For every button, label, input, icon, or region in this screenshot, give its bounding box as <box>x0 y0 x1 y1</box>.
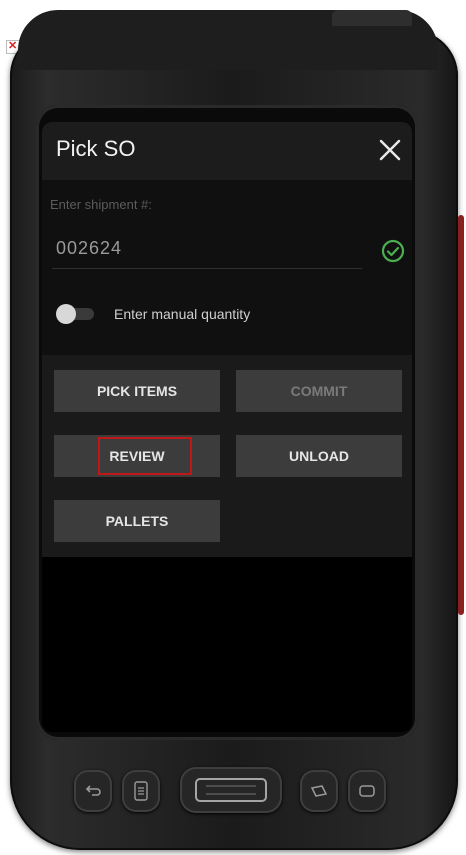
side-scan-button <box>458 215 464 615</box>
shipment-field-label: Enter shipment #: <box>50 197 152 212</box>
pick-items-button[interactable]: PICK ITEMS <box>54 370 220 412</box>
screen: Pick SO Enter shipment #: 002624 Enter m… <box>42 122 412 732</box>
shipment-input[interactable]: 002624 <box>56 238 122 259</box>
manual-quantity-toggle[interactable] <box>56 304 94 324</box>
manual-quantity-label: Enter manual quantity <box>114 306 251 322</box>
close-icon <box>379 139 401 161</box>
check-circle-icon <box>381 239 405 263</box>
home-icon <box>359 785 375 797</box>
side-power-button <box>332 10 412 26</box>
commit-button[interactable]: COMMIT <box>236 370 402 412</box>
review-button[interactable]: REVIEW <box>54 435 220 477</box>
review-highlight-box <box>98 437 192 475</box>
back-arrow-icon <box>85 785 101 796</box>
hw-scan-key[interactable] <box>180 767 282 813</box>
hw-home-key[interactable] <box>348 770 386 812</box>
hardware-keys <box>60 755 405 815</box>
shipment-input-underline <box>52 268 362 269</box>
page-title: Pick SO <box>56 136 136 161</box>
scan-icon <box>195 778 267 802</box>
app-bar: Pick SO <box>42 122 412 180</box>
toggle-thumb <box>56 304 76 324</box>
unload-button[interactable]: UNLOAD <box>236 435 402 477</box>
pallets-button[interactable]: PALLETS <box>54 500 220 542</box>
close-button[interactable] <box>372 132 408 168</box>
hw-menu-key[interactable] <box>122 770 160 812</box>
hw-back-key[interactable] <box>74 770 112 812</box>
shipment-form: Enter shipment #: 002624 Enter manual qu… <box>42 180 412 355</box>
action-buttons-panel: PICK ITEMS COMMIT REVIEW UNLOAD PALLETS <box>42 355 412 557</box>
hw-window-key[interactable] <box>300 770 338 812</box>
window-icon <box>310 785 328 797</box>
menu-icon <box>134 781 148 801</box>
